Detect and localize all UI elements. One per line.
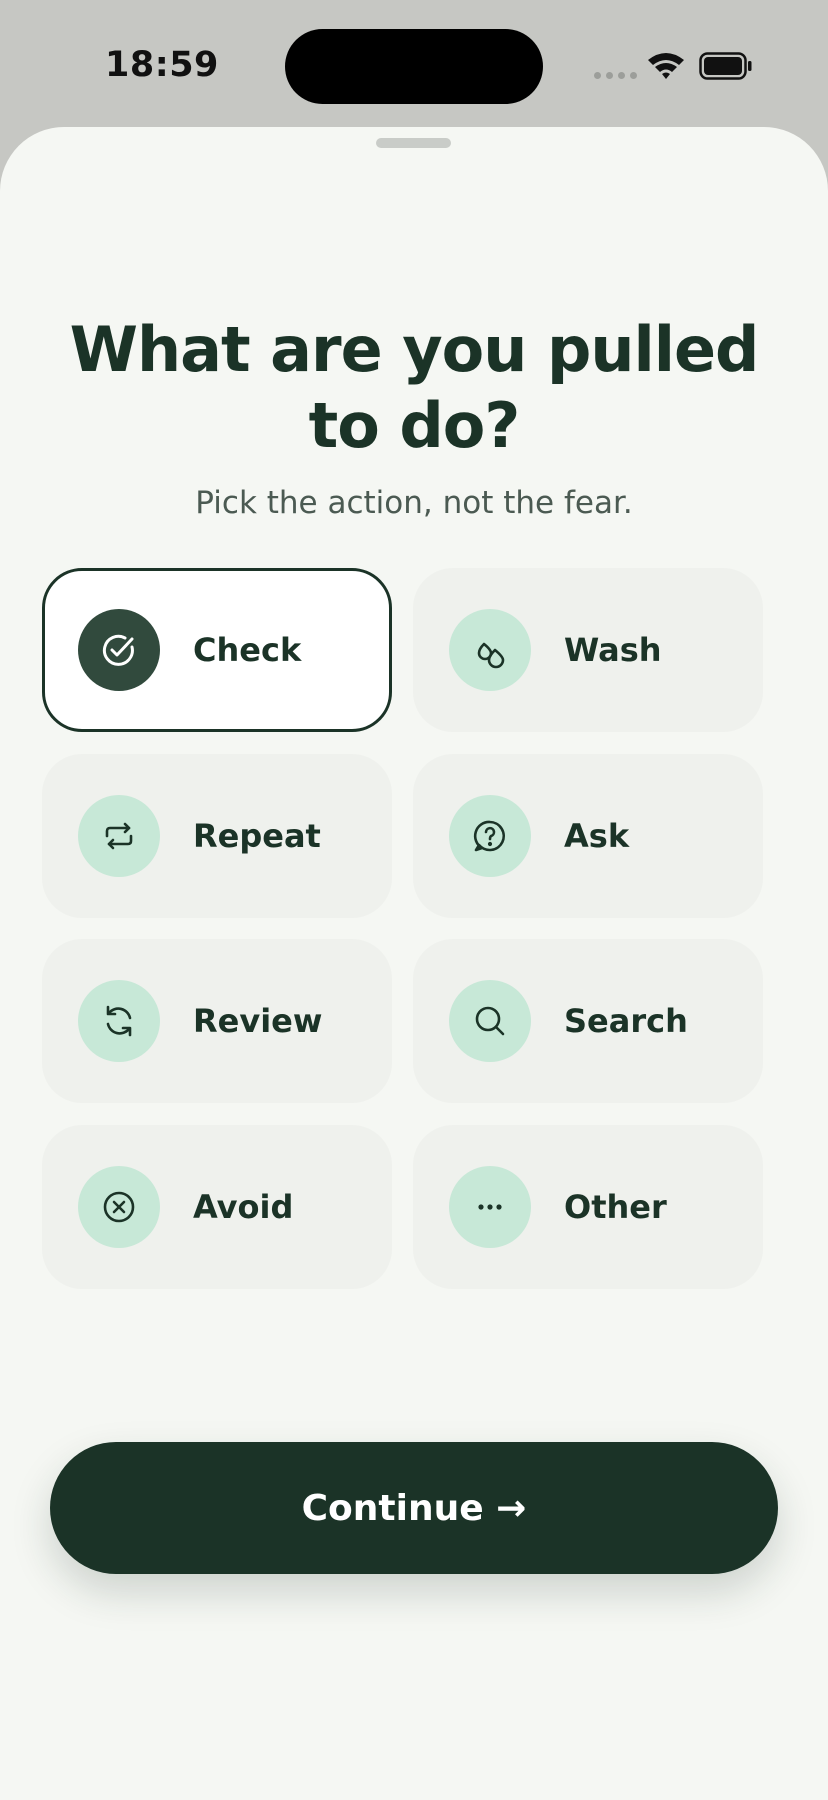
wifi-icon: [648, 53, 684, 79]
more-icon: [449, 1166, 531, 1248]
option-label: Repeat: [193, 817, 321, 855]
search-icon: [449, 980, 531, 1062]
page-title: What are you pulled to do?: [69, 313, 760, 462]
x-circle-icon: [78, 1166, 160, 1248]
dynamic-island: [285, 29, 543, 104]
option-repeat[interactable]: Repeat: [42, 754, 392, 918]
option-label: Other: [564, 1188, 667, 1226]
question-bubble-icon: [449, 795, 531, 877]
battery-icon: [699, 52, 752, 80]
refresh-icon: [78, 980, 160, 1062]
option-wash[interactable]: Wash: [413, 568, 763, 732]
option-search[interactable]: Search: [413, 939, 763, 1103]
repeat-icon: [78, 795, 160, 877]
option-avoid[interactable]: Avoid: [42, 1125, 392, 1289]
option-label: Ask: [564, 817, 630, 855]
option-label: Search: [564, 1002, 688, 1040]
option-label: Wash: [564, 631, 662, 669]
option-label: Review: [193, 1002, 323, 1040]
page-subtitle: Pick the action, not the fear.: [195, 485, 633, 521]
sheet-grabber[interactable]: [376, 138, 451, 148]
status-bar: 18:59: [0, 0, 828, 130]
option-label: Avoid: [193, 1188, 294, 1226]
continue-button[interactable]: Continue →: [50, 1442, 778, 1574]
option-label: Check: [193, 631, 302, 669]
status-time: 18:59: [105, 45, 219, 85]
droplets-icon: [449, 609, 531, 691]
option-other[interactable]: Other: [413, 1125, 763, 1289]
option-check[interactable]: Check: [42, 568, 392, 732]
option-review[interactable]: Review: [42, 939, 392, 1103]
cellular-signal-icon: [594, 72, 637, 79]
check-circle-icon: [78, 609, 160, 691]
option-ask[interactable]: Ask: [413, 754, 763, 918]
